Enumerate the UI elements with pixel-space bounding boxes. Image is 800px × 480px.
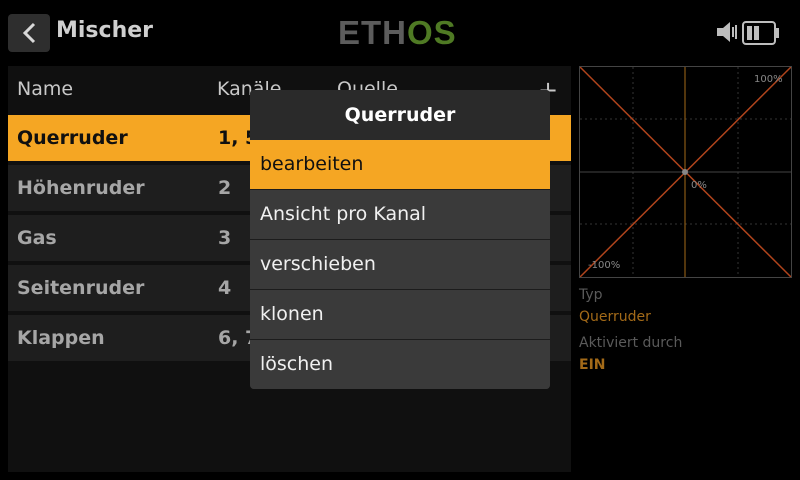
back-button[interactable] (8, 14, 50, 52)
activated-by-label: Aktiviert durch (579, 335, 683, 351)
type-label: Typ (579, 287, 603, 303)
menu-item-clone[interactable]: klonen (250, 290, 550, 339)
activated-by-value: EIN (579, 357, 606, 373)
battery-icon (742, 21, 779, 45)
mixer-channels: 2 (218, 177, 232, 199)
type-value: Querruder (579, 309, 651, 325)
menu-item-view-per-channel[interactable]: Ansicht pro Kanal (250, 190, 550, 239)
mixer-name: Gas (17, 227, 57, 249)
popup-title: Querruder (250, 90, 550, 140)
mixer-name: Höhenruder (17, 177, 145, 199)
top-bar: Mischer ETHOS (0, 0, 800, 56)
mixer-name: Klappen (17, 327, 105, 349)
mixer-channels: 3 (218, 227, 232, 249)
mixer-context-menu: Querruder bearbeiten Ansicht pro Kanal v… (250, 90, 550, 389)
menu-item-delete[interactable]: löschen (250, 340, 550, 389)
mixer-name: Querruder (17, 127, 128, 149)
page-title: Mischer (56, 18, 154, 43)
speaker-icon[interactable] (716, 21, 738, 43)
mixer-curve-preview: 100% 0% -100% (579, 66, 792, 278)
back-arrow-icon (22, 22, 36, 44)
curve-label-bottom: -100% (588, 260, 620, 271)
menu-item-edit[interactable]: bearbeiten (250, 140, 550, 189)
ethos-logo: ETHOS (338, 14, 457, 51)
mixer-channels: 4 (218, 277, 232, 299)
menu-item-move[interactable]: verschieben (250, 240, 550, 289)
column-header-name: Name (17, 78, 74, 100)
mixer-name: Seitenruder (17, 277, 145, 299)
curve-label-top: 100% (754, 74, 783, 85)
curve-label-center: 0% (691, 180, 707, 191)
